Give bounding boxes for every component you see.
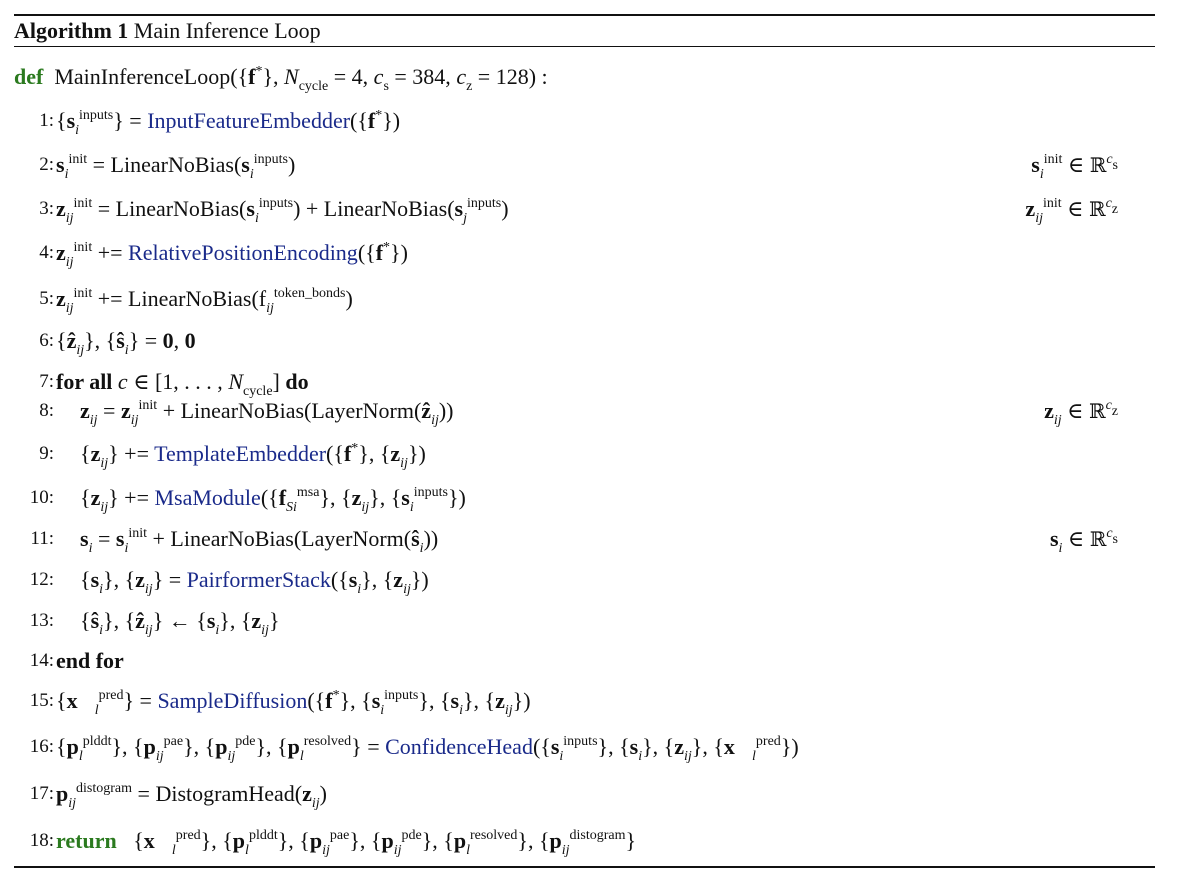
- fn-linear-no-bias: LinearNoBias: [115, 196, 240, 221]
- fn-pairformer-stack: PairformerStack: [186, 567, 331, 592]
- fn-confidence-head: ConfidenceHead: [385, 734, 533, 759]
- code: {x⃗lpred} = SampleDiffusion({f*}, {siinp…: [56, 688, 531, 718]
- code-line-14: 14: end for: [0, 644, 1160, 678]
- fn-linear-no-bias: LinearNoBias: [128, 286, 252, 311]
- algorithm-page: Algorithm 1 Main Inference Loop def Main…: [0, 0, 1200, 896]
- code-line-4: 4: zijinit += RelativePositionEncoding({…: [0, 236, 1160, 270]
- line-number: 4:: [39, 242, 54, 263]
- function-name: MainInferenceLoop: [54, 64, 231, 89]
- code: siinit = LinearNoBias(siinputs): [56, 152, 296, 182]
- def-code: def MainInferenceLoop({f*}, Ncycle = 4, …: [14, 64, 548, 94]
- line-number: 5:: [39, 288, 54, 309]
- annotation: zijinit ∈ ℝcz: [1025, 196, 1118, 226]
- code-line-13: 13: {ŝi}, {ẑij} ← {si}, {zij}: [0, 604, 1160, 638]
- code: zij = zijinit + LinearNoBias(LayerNorm(ẑ…: [80, 398, 454, 428]
- code-line-5: 5: zijinit += LinearNoBias(fijtoken_bond…: [0, 282, 1160, 316]
- bottom-rule: [14, 866, 1155, 868]
- code-line-18: 18: return {x⃗lpred}, {plplddt}, {pijpae…: [0, 824, 1160, 858]
- fn-input-feature-embedder: InputFeatureEmbedder: [147, 108, 351, 133]
- code: {plplddt}, {pijpae}, {pijpde}, {plresolv…: [56, 734, 799, 764]
- line-number: 11:: [30, 528, 54, 549]
- def-keyword: def: [14, 64, 44, 89]
- for-all-keyword: for all: [56, 369, 113, 394]
- line-number: 10:: [29, 487, 54, 508]
- code-line-3: 3: zijinit = LinearNoBias(siinputs) + Li…: [0, 192, 1160, 226]
- code: si = siinit + LinearNoBias(LayerNorm(ŝi)…: [80, 526, 439, 556]
- fn-layer-norm: LayerNorm: [311, 398, 414, 423]
- line-number: 15:: [29, 690, 54, 711]
- code-line-2: 2: siinit = LinearNoBias(siinputs) siini…: [0, 148, 1160, 182]
- line-number: 3:: [39, 198, 54, 219]
- line-number: 12:: [29, 569, 54, 590]
- fn-msa-module: MsaModule: [154, 485, 261, 510]
- algorithm-label: Algorithm 1: [14, 18, 129, 43]
- code: zijinit += LinearNoBias(fijtoken_bonds): [56, 286, 353, 316]
- fn-linear-no-bias: LinearNoBias: [170, 526, 294, 551]
- end-for-keyword: end for: [56, 648, 124, 673]
- line-number: 17:: [29, 783, 54, 804]
- fn-sample-diffusion: SampleDiffusion: [157, 688, 308, 713]
- algorithm-name: Main Inference Loop: [133, 18, 321, 43]
- code-line-11: 11: si = siinit + LinearNoBias(LayerNorm…: [0, 522, 1160, 556]
- code: {ŝi}, {ẑij} ← {si}, {zij}: [80, 608, 280, 638]
- code: pijdistogram = DistogramHead(zij): [56, 781, 327, 811]
- code-line-6: 6: {ẑij}, {ŝi} = 0, 0: [0, 324, 1160, 358]
- code: {si}, {zij} = PairformerStack({si}, {zij…: [80, 567, 429, 597]
- code-line-10: 10: {zij} += MsaModule({fSimsa}, {zij}, …: [0, 481, 1160, 515]
- fn-relative-position-encoding: RelativePositionEncoding: [128, 240, 358, 265]
- fn-linear-no-bias: LinearNoBias: [110, 152, 234, 177]
- algorithm-title: Algorithm 1 Main Inference Loop: [14, 17, 321, 45]
- def-line: def MainInferenceLoop({f*}, Ncycle = 4, …: [0, 60, 1160, 94]
- line-number: 2:: [39, 154, 54, 175]
- annotation: siinit ∈ ℝcs: [1031, 152, 1118, 182]
- code: {ẑij}, {ŝi} = 0, 0: [56, 328, 196, 358]
- code: {siinputs} = InputFeatureEmbedder({f*}): [56, 108, 401, 138]
- do-keyword: do: [285, 369, 309, 394]
- code-line-8: 8: zij = zijinit + LinearNoBias(LayerNor…: [0, 394, 1160, 428]
- line-number: 9:: [39, 443, 54, 464]
- code-line-9: 9: {zij} += TemplateEmbedder({f*}, {zij}…: [0, 437, 1160, 471]
- line-number: 1:: [39, 110, 54, 131]
- code: {zij} += MsaModule({fSimsa}, {zij}, {sii…: [80, 485, 466, 515]
- title-rule: [14, 46, 1155, 47]
- fn-template-embedder: TemplateEmbedder: [154, 441, 327, 466]
- fn-distogram-head: DistogramHead: [155, 781, 295, 806]
- line-number: 18:: [29, 830, 54, 851]
- return-keyword: return: [56, 828, 117, 853]
- code: zijinit += RelativePositionEncoding({f*}…: [56, 240, 408, 270]
- fn-linear-no-bias: LinearNoBias: [323, 196, 448, 221]
- code-line-12: 12: {si}, {zij} = PairformerStack({si}, …: [0, 563, 1160, 597]
- fn-layer-norm: LayerNorm: [301, 526, 404, 551]
- code: zijinit = LinearNoBias(siinputs) + Linea…: [56, 196, 509, 226]
- line-number: 16:: [29, 736, 54, 757]
- code: return {x⃗lpred}, {plplddt}, {pijpae}, {…: [56, 828, 637, 858]
- annotation: zij ∈ ℝcz: [1044, 398, 1118, 428]
- code: {zij} += TemplateEmbedder({f*}, {zij}): [80, 441, 426, 471]
- line-number: 13:: [29, 610, 54, 631]
- line-number: 14:: [29, 650, 54, 671]
- top-rule: [14, 14, 1155, 16]
- code-line-1: 1: {siinputs} = InputFeatureEmbedder({f*…: [0, 104, 1160, 138]
- code-line-15: 15: {x⃗lpred} = SampleDiffusion({f*}, {s…: [0, 684, 1160, 718]
- code-line-17: 17: pijdistogram = DistogramHead(zij): [0, 777, 1160, 811]
- line-number: 8:: [39, 400, 54, 421]
- fn-linear-no-bias: LinearNoBias: [180, 398, 305, 423]
- line-number: 6:: [39, 330, 54, 351]
- annotation: si ∈ ℝcs: [1049, 526, 1118, 556]
- code-line-16: 16: {plplddt}, {pijpae}, {pijpde}, {plre…: [0, 730, 1160, 764]
